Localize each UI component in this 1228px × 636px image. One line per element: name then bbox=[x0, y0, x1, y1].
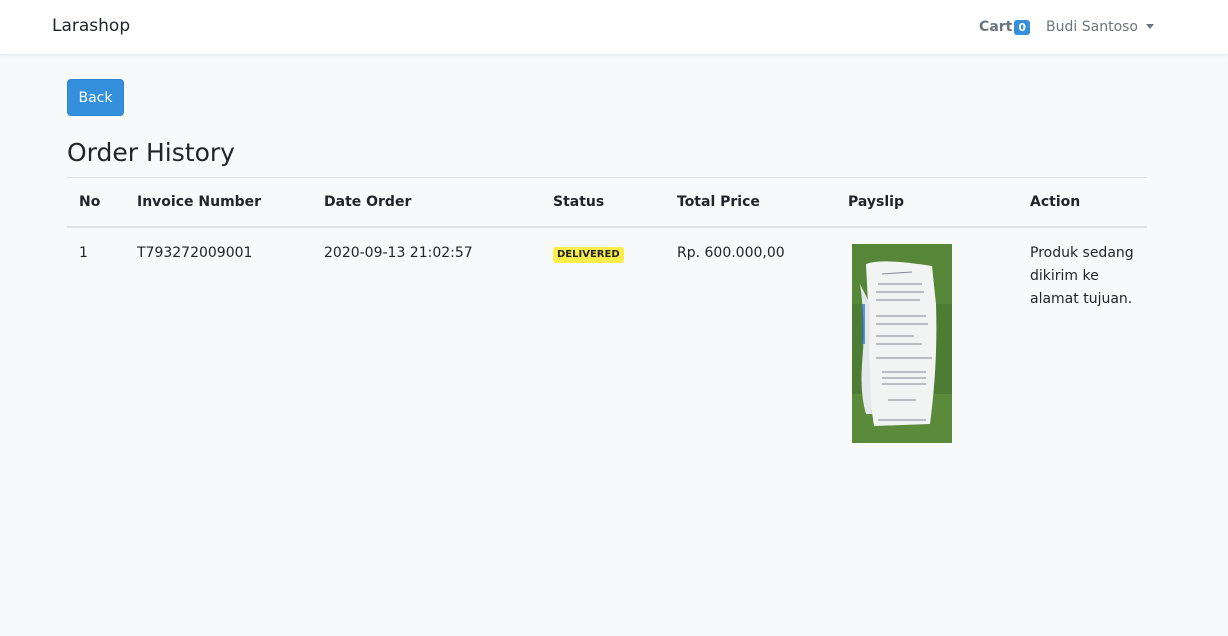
cell-action: Produk sedang dikirim ke alamat tujuan. bbox=[1030, 244, 1134, 307]
header-date-order: Date Order bbox=[312, 177, 541, 228]
cell-total: Rp. 600.000,00 bbox=[677, 244, 785, 261]
cell-status: DELIVERED bbox=[541, 227, 665, 457]
caret-down-icon bbox=[1146, 24, 1154, 29]
cart-link[interactable]: Cart 0 bbox=[979, 18, 1031, 35]
header-payslip: Payslip bbox=[836, 177, 1018, 228]
order-history-table: No Invoice Number Date Order Status Tota… bbox=[67, 177, 1147, 457]
cart-count-badge: 0 bbox=[1014, 20, 1031, 35]
header-total-price: Total Price bbox=[665, 177, 836, 228]
cell-payslip bbox=[836, 227, 1018, 457]
page-title: Order History bbox=[67, 138, 235, 167]
header-status: Status bbox=[541, 177, 665, 228]
nav-right: Cart 0 Budi Santoso bbox=[979, 18, 1154, 35]
table-header-row: No Invoice Number Date Order Status Tota… bbox=[67, 177, 1147, 228]
brand-link[interactable]: Larashop bbox=[52, 16, 130, 36]
header-invoice-number: Invoice Number bbox=[125, 177, 312, 228]
payslip-image[interactable] bbox=[852, 243, 952, 443]
user-name: Budi Santoso bbox=[1046, 18, 1138, 35]
cell-invoice: T793272009001 bbox=[137, 244, 253, 261]
cell-no: 1 bbox=[79, 244, 88, 261]
header-action: Action bbox=[1018, 177, 1147, 228]
header-no: No bbox=[67, 177, 125, 228]
back-button[interactable]: Back bbox=[67, 79, 124, 116]
navbar: Larashop Cart 0 Budi Santoso bbox=[0, 0, 1228, 55]
status-badge: DELIVERED bbox=[553, 246, 624, 263]
user-dropdown[interactable]: Budi Santoso bbox=[1046, 19, 1154, 35]
cell-date: 2020-09-13 21:02:57 bbox=[324, 244, 473, 261]
table-row: 1 T793272009001 2020-09-13 21:02:57 DELI… bbox=[67, 227, 1147, 457]
cart-label: Cart bbox=[979, 18, 1013, 35]
